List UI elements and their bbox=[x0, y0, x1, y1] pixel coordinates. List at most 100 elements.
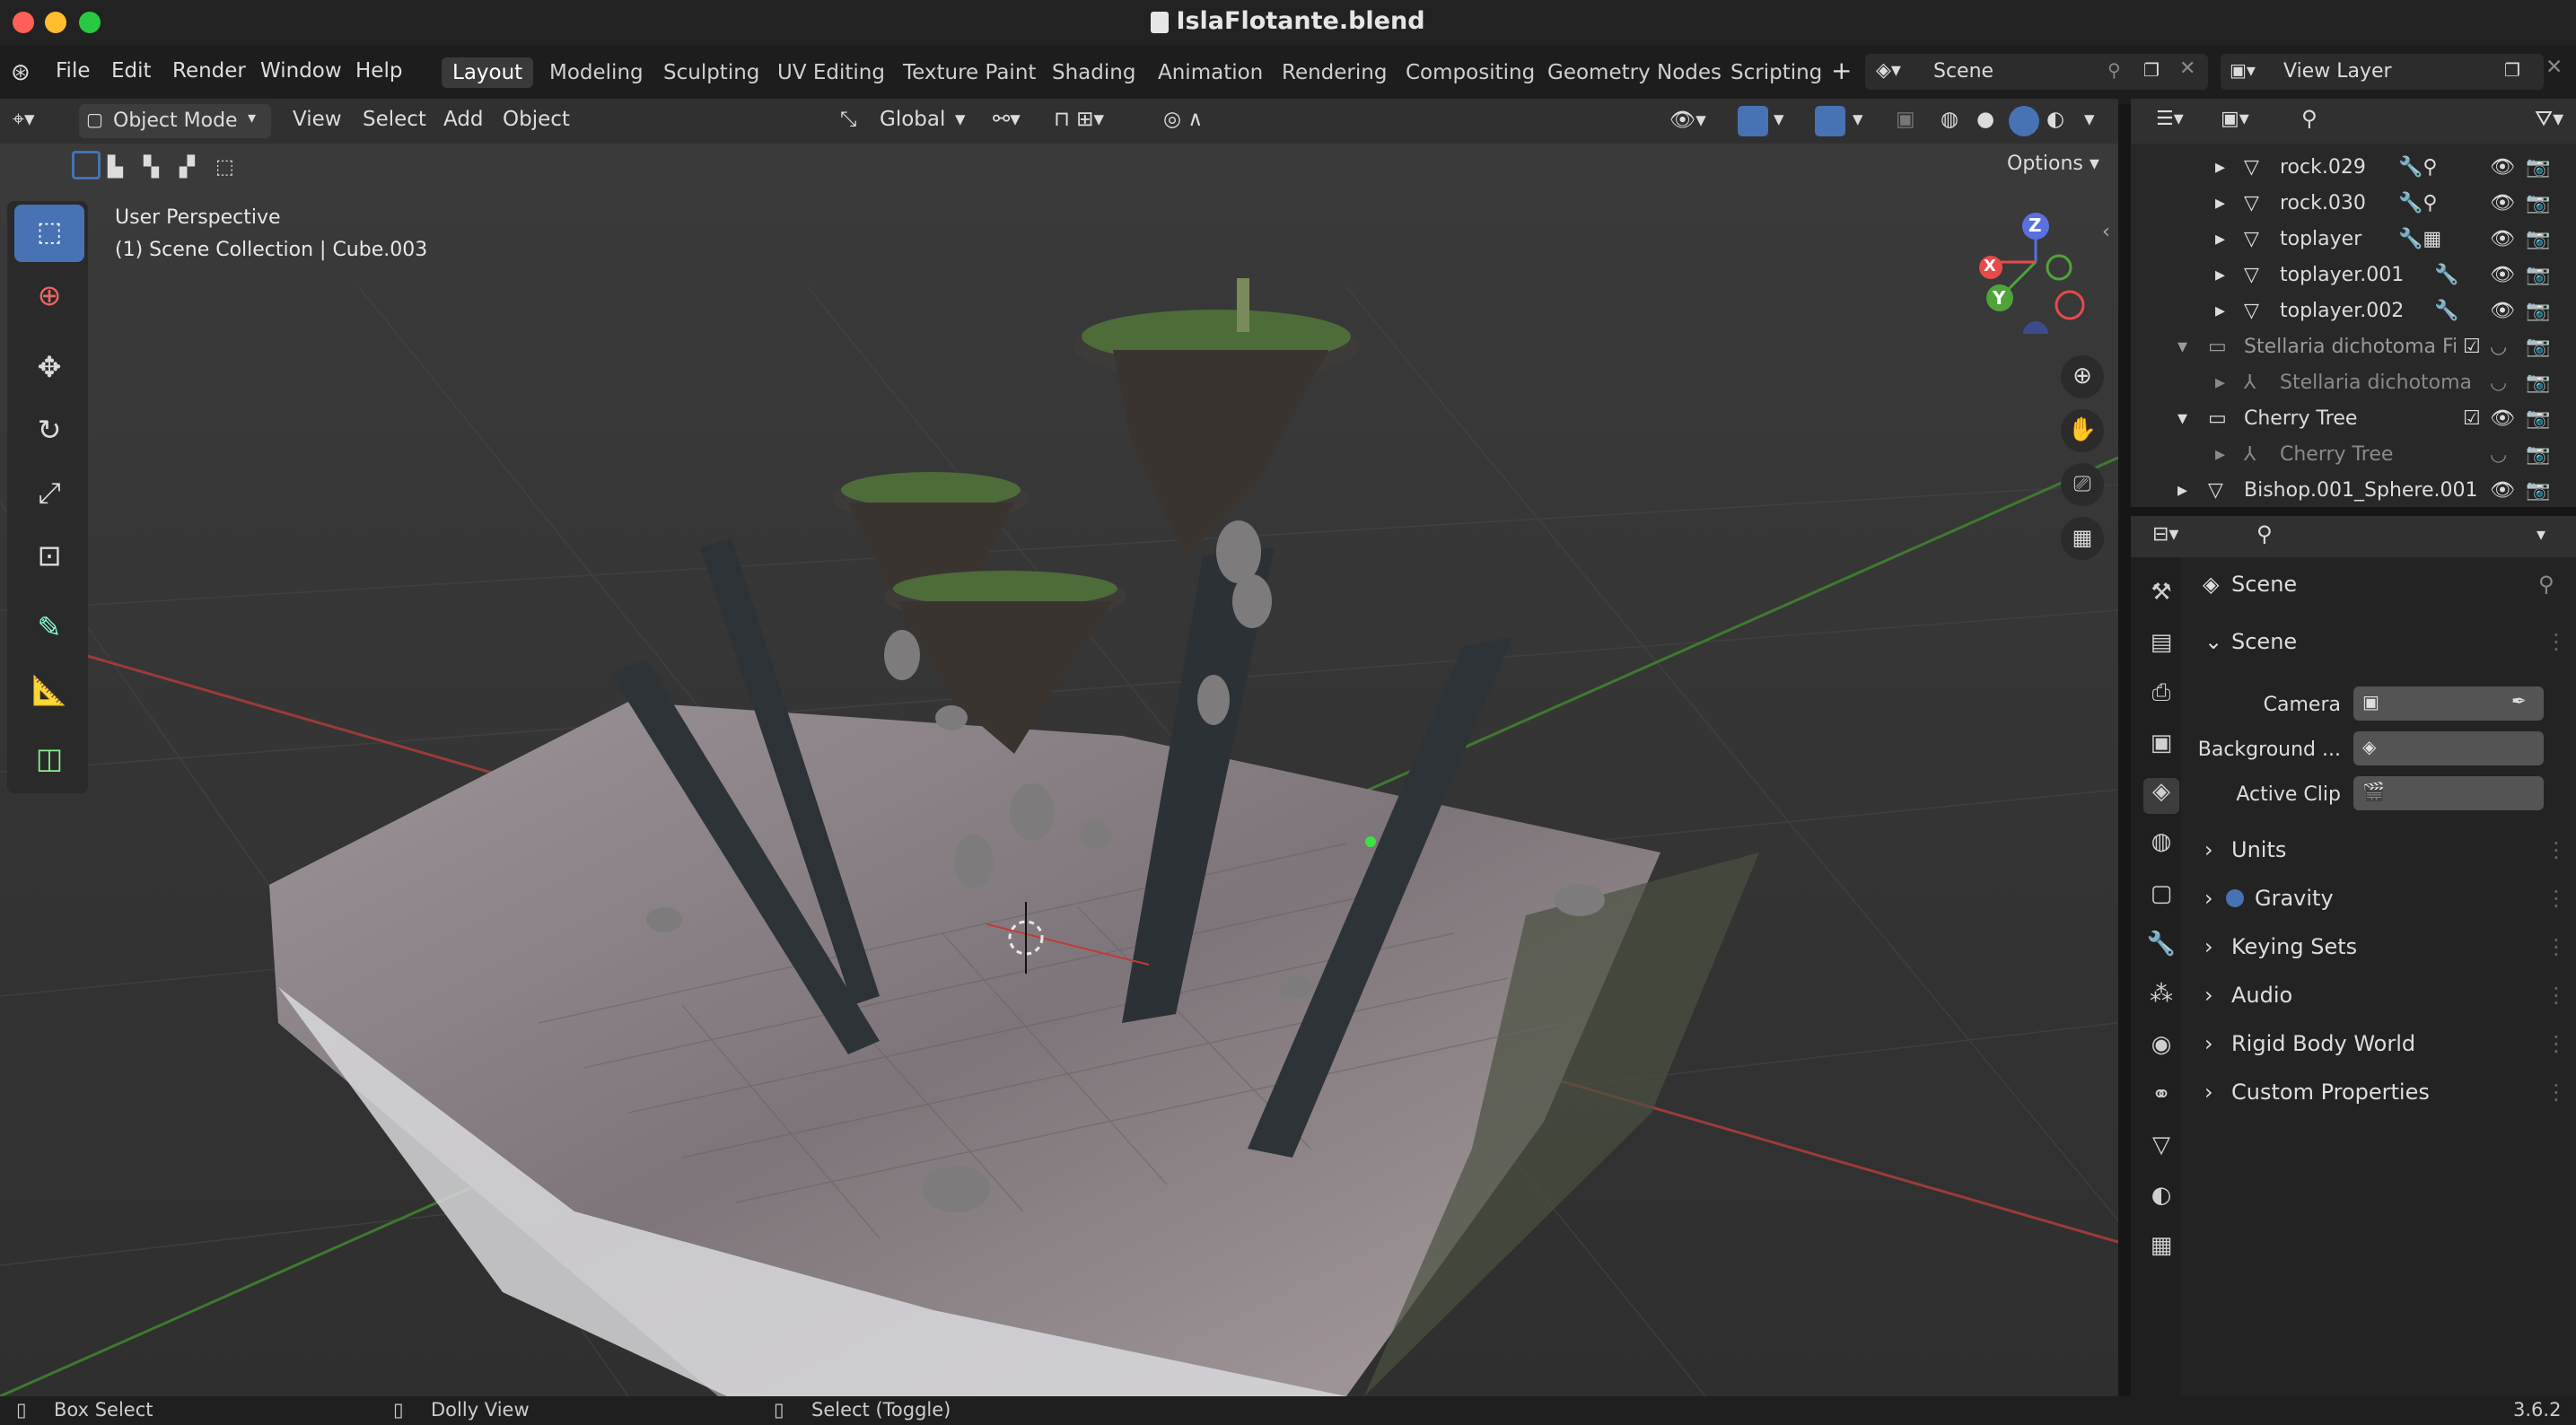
world-tab-icon[interactable]: ◍ bbox=[2143, 828, 2179, 864]
menu-object[interactable]: Object bbox=[503, 108, 570, 131]
camera-icon[interactable]: 📷 bbox=[2526, 372, 2550, 394]
orientation-dropdown[interactable]: Global bbox=[880, 108, 945, 131]
camera-field[interactable]: ▣ ✒ bbox=[2353, 686, 2544, 721]
3d-viewport[interactable]: User Perspective (1) Scene Collection | … bbox=[0, 144, 2118, 1396]
camera-icon[interactable]: 📷 bbox=[2526, 156, 2550, 179]
material-tab-icon[interactable]: ◐ bbox=[2143, 1182, 2179, 1218]
xray-icon[interactable]: ▣ bbox=[1896, 108, 1915, 131]
camera-view-icon[interactable]: ⎚ bbox=[2061, 463, 2104, 506]
pin-icon[interactable]: ⚲ bbox=[2538, 572, 2554, 597]
overlay-toggle-icon[interactable] bbox=[1815, 106, 1845, 136]
remove-view-layer-icon[interactable]: ✕ bbox=[2545, 56, 2563, 79]
snap-icon[interactable]: ⊓ ⊞▾ bbox=[1054, 108, 1104, 131]
transform-tool-icon[interactable]: ⊡ bbox=[14, 528, 84, 585]
editor-type-icon[interactable]: ⌖▾ bbox=[13, 108, 35, 131]
tab-shading[interactable]: Shading bbox=[1041, 57, 1146, 88]
expand-arrow-icon[interactable]: ▸ bbox=[2215, 192, 2225, 214]
constraints-tab-icon[interactable]: ⚭ bbox=[2143, 1081, 2179, 1117]
add-cube-tool-icon[interactable]: ◫ bbox=[14, 730, 84, 788]
blender-logo-icon[interactable]: ⊛ bbox=[11, 59, 31, 86]
particles-tab-icon[interactable]: ⁂ bbox=[2143, 981, 2179, 1017]
rotate-tool-icon[interactable]: ↻ bbox=[14, 402, 84, 459]
select-subtract-icon[interactable]: ▚ bbox=[144, 156, 159, 179]
tool-tab-icon[interactable]: ⚒ bbox=[2143, 579, 2179, 615]
tab-layout[interactable]: Layout bbox=[442, 57, 534, 88]
drag-handle-icon[interactable]: ⋮⋮ bbox=[2545, 983, 2576, 1008]
chevron-down-icon[interactable]: ▾ bbox=[2537, 523, 2545, 545]
panel-scene-header[interactable]: ⌄ Scene ⋮⋮ bbox=[2195, 629, 2576, 674]
checkbox-icon[interactable]: ☑ bbox=[2463, 336, 2481, 358]
wireframe-shading-icon[interactable]: ◍ bbox=[1941, 108, 1958, 131]
outliner-row-stellaria-field[interactable]: ▾ ▭ Stellaria dichotoma Field ☑ ◡ 📷 bbox=[2131, 328, 2576, 364]
panel-gravity[interactable]: › Gravity ⋮⋮ bbox=[2195, 886, 2576, 931]
add-workspace-icon[interactable]: + bbox=[1831, 56, 1852, 85]
material-preview-icon[interactable] bbox=[2009, 106, 2039, 136]
eye-icon[interactable]: 👁 bbox=[2490, 407, 2515, 430]
drag-handle-icon[interactable]: ⋮⋮ bbox=[2545, 629, 2576, 654]
background-field[interactable]: ◈ bbox=[2353, 731, 2544, 765]
render-tab-icon[interactable]: ▤ bbox=[2143, 629, 2179, 665]
menu-select[interactable]: Select bbox=[363, 108, 426, 131]
tab-texture-paint[interactable]: Texture Paint bbox=[892, 57, 1047, 88]
expand-arrow-icon[interactable]: ▾ bbox=[2177, 407, 2187, 430]
eye-icon[interactable]: 👁 bbox=[2490, 479, 2515, 502]
sidebar-toggle-icon[interactable]: ‹ bbox=[2102, 221, 2110, 243]
tab-scripting[interactable]: Scripting bbox=[1720, 57, 1833, 88]
new-view-layer-icon[interactable]: ❐ bbox=[2504, 59, 2520, 81]
display-mode-icon[interactable]: ☰▾ bbox=[2156, 108, 2184, 130]
camera-icon[interactable]: 📷 bbox=[2526, 336, 2550, 358]
camera-icon[interactable]: 📷 bbox=[2526, 300, 2550, 322]
search-icon[interactable]: ⚲ bbox=[2301, 106, 2318, 131]
expand-arrow-icon[interactable]: ▸ bbox=[2177, 479, 2187, 502]
select-invert-icon[interactable]: ▞ bbox=[180, 156, 195, 179]
scene-selector[interactable]: ◈▾ Scene ⚲ ❐ ✕ bbox=[1865, 54, 2208, 90]
menu-edit[interactable]: Edit bbox=[111, 59, 152, 83]
outliner-row-toplayer[interactable]: ▸ ▽ toplayer 🔧▦ 👁 📷 bbox=[2131, 221, 2576, 257]
eye-hidden-icon[interactable]: ◡ bbox=[2490, 443, 2507, 466]
eye-icon[interactable]: 👁 bbox=[2490, 156, 2515, 179]
outliner-row-bishop[interactable]: ▸ ▽ Bishop.001_Sphere.001 👁 📷 bbox=[2131, 472, 2576, 508]
camera-icon[interactable]: 📷 bbox=[2526, 479, 2550, 502]
annotate-tool-icon[interactable]: ✎ bbox=[14, 599, 84, 657]
menu-add[interactable]: Add bbox=[443, 108, 484, 131]
view-layer-selector[interactable]: ▣▾ View Layer ❐ bbox=[2221, 54, 2544, 90]
camera-icon[interactable]: 📷 bbox=[2526, 228, 2550, 250]
remove-scene-icon[interactable]: ✕ bbox=[2179, 57, 2195, 80]
menu-file[interactable]: File bbox=[56, 59, 91, 83]
panel-keying-sets[interactable]: › Keying Sets ⋮⋮ bbox=[2195, 934, 2576, 979]
eye-icon[interactable]: 👁 bbox=[2490, 228, 2515, 250]
menu-view[interactable]: View bbox=[293, 108, 342, 131]
tab-compositing[interactable]: Compositing bbox=[1395, 57, 1546, 88]
select-extend-icon[interactable]: ▙ bbox=[108, 156, 123, 179]
editor-type-icon[interactable]: ⊟▾ bbox=[2152, 523, 2178, 546]
tab-rendering[interactable]: Rendering bbox=[1271, 57, 1398, 88]
expand-arrow-icon[interactable]: ▾ bbox=[2177, 336, 2187, 358]
solid-shading-icon[interactable]: ● bbox=[1976, 108, 1994, 131]
object-tab-icon[interactable]: ▢ bbox=[2143, 880, 2179, 916]
gravity-checkbox[interactable] bbox=[2226, 889, 2244, 907]
orientation-icon[interactable]: ⤡ bbox=[840, 108, 856, 131]
menu-window[interactable]: Window bbox=[260, 59, 342, 83]
visibility-icon[interactable]: 👁▾ bbox=[1669, 108, 1706, 132]
outliner-row-toplayer-002[interactable]: ▸ ▽ toplayer.002 🔧 👁 📷 bbox=[2131, 293, 2576, 328]
cursor-tool-icon[interactable]: ⊕ bbox=[14, 267, 84, 325]
checkbox-icon[interactable]: ☑ bbox=[2463, 407, 2481, 430]
outliner-row-cherry-tree[interactable]: ▸ ⅄ Cherry Tree ◡ 📷 bbox=[2131, 436, 2576, 472]
menu-render[interactable]: Render bbox=[172, 59, 246, 83]
new-scene-icon[interactable]: ❐ bbox=[2143, 59, 2160, 81]
select-new-icon[interactable] bbox=[72, 151, 101, 179]
zoom-icon[interactable]: ⊕ bbox=[2061, 355, 2104, 398]
outliner-row-cherry-tree-collection[interactable]: ▾ ▭ Cherry Tree ☑ 👁 📷 bbox=[2131, 400, 2576, 436]
move-tool-icon[interactable]: ✥ bbox=[14, 339, 84, 397]
select-intersect-icon[interactable]: ⬚ bbox=[215, 156, 234, 179]
ortho-toggle-icon[interactable]: ▦ bbox=[2061, 517, 2104, 560]
pivot-icon[interactable]: ⚯▾ bbox=[993, 108, 1021, 131]
outliner-row-toplayer-001[interactable]: ▸ ▽ toplayer.001 🔧 👁 📷 bbox=[2131, 257, 2576, 293]
search-icon[interactable]: ⚲ bbox=[2256, 521, 2273, 546]
scene-tab-icon[interactable]: ◈ bbox=[2143, 778, 2179, 814]
measure-tool-icon[interactable]: 📐 bbox=[14, 662, 84, 720]
drag-handle-icon[interactable]: ⋮⋮ bbox=[2545, 1031, 2576, 1056]
scale-tool-icon[interactable]: ⤢ bbox=[14, 465, 84, 522]
filter-view-icon[interactable]: ▣▾ bbox=[2221, 108, 2249, 130]
navigation-gizmo[interactable]: Z Y X bbox=[1971, 208, 2097, 346]
